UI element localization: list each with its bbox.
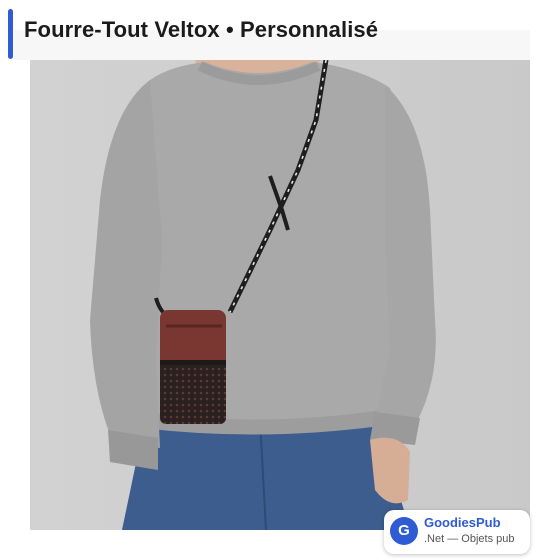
- brand-subtitle: .Net — Objets pub: [424, 533, 515, 545]
- page-title: Fourre-Tout Veltox • Personnalisé: [24, 17, 379, 42]
- brand-logo-icon: G: [390, 517, 418, 545]
- brand-name: GoodiesPub: [424, 515, 501, 530]
- title-bar: Fourre-Tout Veltox • Personnalisé: [0, 0, 560, 60]
- bag-mesh-pocket: [160, 360, 226, 424]
- product-photo: [30, 60, 530, 530]
- title-accent-bar: [8, 9, 13, 59]
- bag-body: [160, 310, 226, 368]
- brand-badge[interactable]: G GoodiesPub .Net — Objets pub: [384, 510, 530, 554]
